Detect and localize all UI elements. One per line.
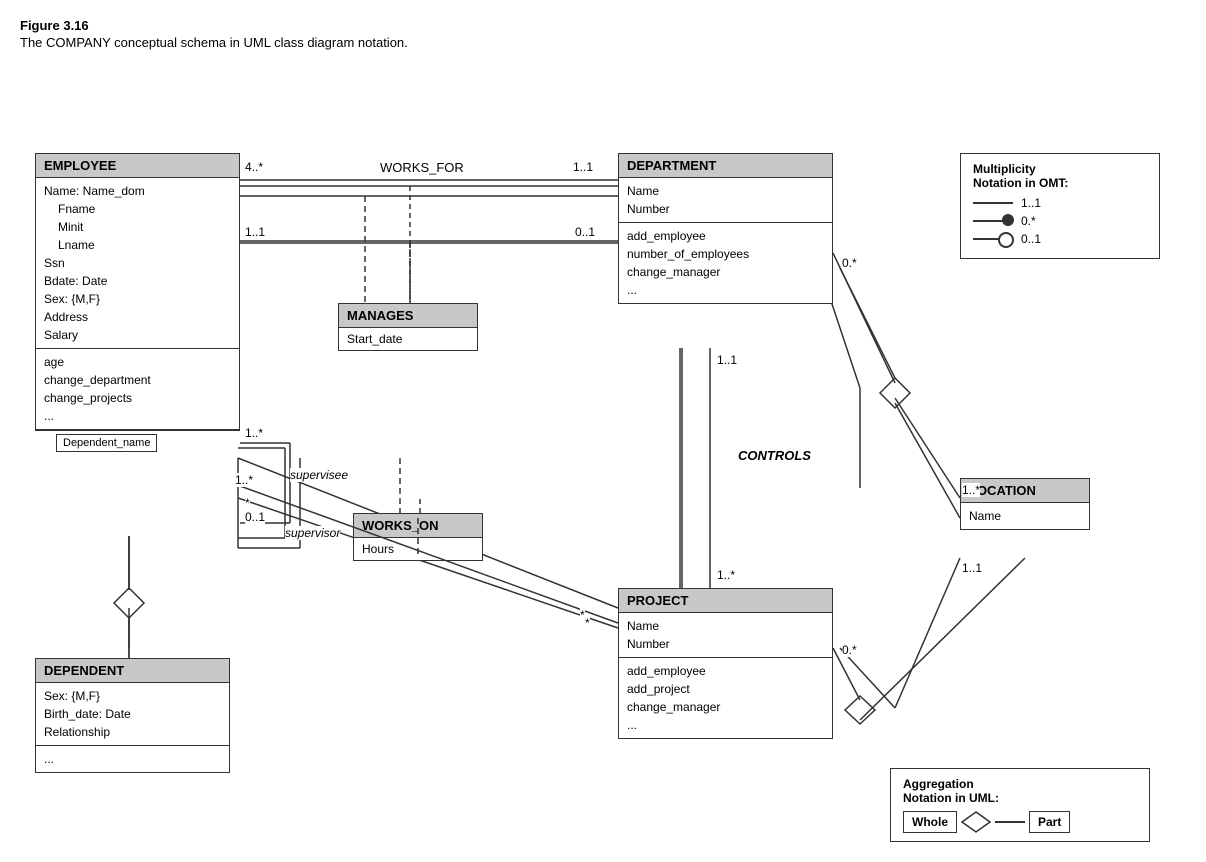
mult-supervises-star: * [245,496,250,510]
location-header: LOCATION [961,479,1089,503]
employee-attr-lname: Lname [44,236,231,254]
works-on-attributes: Hours [354,538,482,560]
works-on-attr-hours: Hours [362,542,474,556]
employee-method-change-proj: change_projects [44,389,231,407]
page-container: Figure 3.16 The COMPANY conceptual schem… [0,0,1206,862]
mult-dept-loc-top: 0.* [842,256,857,270]
multiplicity-notation-box: Multiplicity Notation in OMT: 1..1 0.* 0… [960,153,1160,259]
employee-method-age: age [44,353,231,371]
mult-supervises-top: 1..* [245,426,263,440]
dept-attr-name: Name [627,182,824,200]
dept-method-num-emp: number_of_employees [627,245,824,263]
project-methods: add_employee add_project change_manager … [619,658,832,738]
diagram-area: EMPLOYEE Name: Name_dom Fname Minit Lnam… [20,68,1186,828]
aggregation-row: Whole Part [903,811,1137,833]
employee-method-change-dept: change_department [44,371,231,389]
employee-attr-minit: Minit [44,218,231,236]
proj-method-dots: ... [627,716,824,734]
employee-attr-sex: Sex: {M,F} [44,290,231,308]
proj-attr-name: Name [627,617,824,635]
works-on-header: WORKS_ON [354,514,482,538]
mult-controls-proj: 1..* [717,568,735,582]
employee-header: EMPLOYEE [36,154,239,178]
manages-attr-startdate: Start_date [347,332,469,346]
manages-header: MANAGES [339,304,477,328]
aggregation-title: Aggregation Notation in UML: [903,777,1137,805]
figure-title: Figure 3.16 [20,18,1186,33]
manages-attributes: Start_date [339,328,477,350]
project-header: PROJECT [619,589,832,613]
department-attributes: Name Number [619,178,832,223]
role-supervisor: supervisor [285,526,340,540]
figure-caption: The COMPANY conceptual schema in UML cla… [20,35,1186,50]
employee-attr-fname: Fname [44,200,231,218]
works-for-label: WORKS_FOR [380,160,464,175]
dependent-attributes: Sex: {M,F} Birth_date: Date Relationship [36,683,229,746]
mult-works-for-dep: 1..1 [573,160,593,174]
manages-class: MANAGES Start_date [338,303,478,351]
dept-method-add-emp: add_employee [627,227,824,245]
aggregation-diamond-icon [961,811,991,833]
employee-attr-address: Address [44,308,231,326]
notation-row-2: 0.* [973,214,1147,228]
notation-line-dot [973,220,1013,222]
mult-dept-loc-loc: 1..* [962,483,980,497]
dependent-methods: ... [36,746,229,772]
dependent-class: DEPENDENT Sex: {M,F} Birth_date: Date Re… [35,658,230,773]
mult-proj-loc: 0.* [842,643,857,657]
notation-label-1: 1..1 [1021,196,1041,210]
mult-works-on-proj2: * [585,616,590,630]
department-header: DEPARTMENT [619,154,832,178]
aggregation-notation-box: Aggregation Notation in UML: Whole Part [890,768,1150,842]
dept-attr-number: Number [627,200,824,218]
aggregation-part: Part [1029,811,1070,833]
employee-attr-name: Name: Name_dom [44,182,231,200]
mult-loc-bottom: 1..1 [962,561,982,575]
mult-manages-dep: 0..1 [575,225,595,239]
proj-method-add-emp: add_employee [627,662,824,680]
dep-attr-sex: Sex: {M,F} [44,687,221,705]
notation-line-plain [973,202,1013,204]
dept-method-dots: ... [627,281,824,299]
project-class: PROJECT Name Number add_employee add_pro… [618,588,833,739]
project-attributes: Name Number [619,613,832,658]
employee-attr-bdate: Bdate: Date [44,272,231,290]
mult-controls-dept: 1..1 [717,353,737,367]
notation-row-3: 0..1 [973,232,1147,246]
dep-attr-relationship: Relationship [44,723,221,741]
employee-attributes: Name: Name_dom Fname Minit Lname Ssn Bda… [36,178,239,349]
mult-manages-emp: 1..1 [245,225,265,239]
mult-supervisor-num: 0..1 [245,510,265,524]
notation-title: Multiplicity Notation in OMT: [973,162,1147,190]
dep-attr-birthdate: Birth_date: Date [44,705,221,723]
location-attributes: Name [961,503,1089,529]
loc-attr-name: Name [969,507,1081,525]
aggregation-whole: Whole [903,811,957,833]
controls-label: CONTROLS [738,448,811,463]
department-class: DEPARTMENT Name Number add_employee numb… [618,153,833,304]
aggregation-connector-line [995,821,1025,823]
proj-attr-number: Number [627,635,824,653]
dep-method-dots: ... [44,750,221,768]
employee-attr-ssn: Ssn [44,254,231,272]
proj-method-add-proj: add_project [627,680,824,698]
mult-works-on-proj: * [580,608,585,622]
employee-methods: age change_department change_projects ..… [36,349,239,430]
proj-method-change-mgr: change_manager [627,698,824,716]
dependent-header: DEPENDENT [36,659,229,683]
notation-line-circle [973,238,1013,240]
department-methods: add_employee number_of_employees change_… [619,223,832,303]
dept-method-change-mgr: change_manager [627,263,824,281]
employee-class: EMPLOYEE Name: Name_dom Fname Minit Lnam… [35,153,240,431]
employee-attr-salary: Salary [44,326,231,344]
notation-label-3: 0..1 [1021,232,1041,246]
works-on-class: WORKS_ON Hours [353,513,483,561]
mult-works-for-emp: 4..* [245,160,263,174]
mult-works-on-emp2: 1..* [235,473,253,487]
notation-row-1: 1..1 [973,196,1147,210]
role-supervisee: supervisee [290,468,348,482]
notation-label-2: 0.* [1021,214,1036,228]
employee-method-dots: ... [44,407,231,425]
dependent-name-qualifier: Dependent_name [56,434,157,452]
